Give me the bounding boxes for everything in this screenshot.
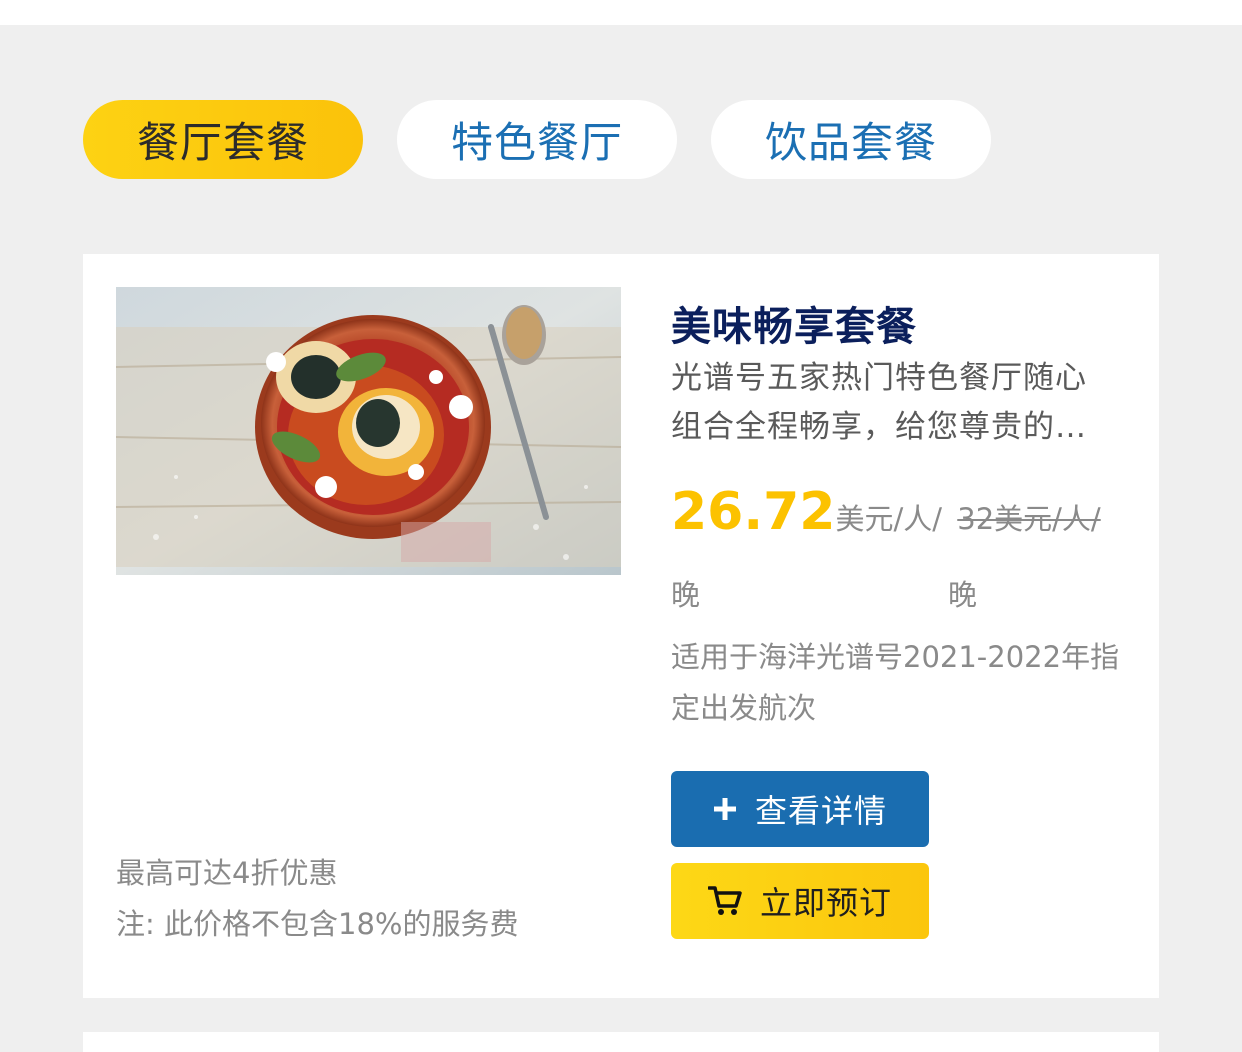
food-photo [116,287,621,575]
book-now-button[interactable]: 立即预订 [671,863,929,939]
applicability-note: 适用于海洋光谱号2021-2022年指定出发航次 [671,640,1120,725]
price-unit-night: 晚 [671,578,701,612]
category-tabs: 餐厅套餐 特色餐厅 饮品套餐 [83,100,991,179]
price-unit: 美元/人/ [835,502,943,536]
footnotes: 最高可达4折优惠 注: 此价格不包含18%的服务费 [116,848,518,950]
original-price: 32美元/人/ [957,502,1101,536]
book-now-label: 立即预订 [759,884,892,922]
view-details-label: 查看详情 [754,792,887,830]
cart-icon [707,885,742,917]
view-details-button[interactable]: 查看详情 [671,771,929,847]
discount-note: 最高可达4折优惠 [116,856,338,890]
service-fee-note: 注: 此价格不包含18%的服务费 [116,907,519,941]
tab-beverage-package[interactable]: 饮品套餐 [711,100,991,179]
plus-icon [713,797,737,821]
tab-restaurant-package[interactable]: 餐厅套餐 [83,100,363,179]
current-price: 26.72 [671,482,836,542]
next-offer-card [83,1032,1159,1052]
offer-title: 美味畅享套餐 [671,304,917,350]
tab-specialty-restaurant[interactable]: 特色餐厅 [397,100,677,179]
price-row: 26.72美元/人/ 32美元/人/ [671,482,1141,542]
top-bar [0,0,1242,25]
offer-description: 光谱号五家热门特色餐厅随心组合全程畅享，给您尊贵的餐饮体验 [671,360,1087,445]
original-price-unit-night: 晚 [948,578,978,612]
offer-card: 美味畅享套餐 光谱号五家热门特色餐厅随心组合全程畅享，给您尊贵的餐饮体验 26.… [83,254,1159,998]
